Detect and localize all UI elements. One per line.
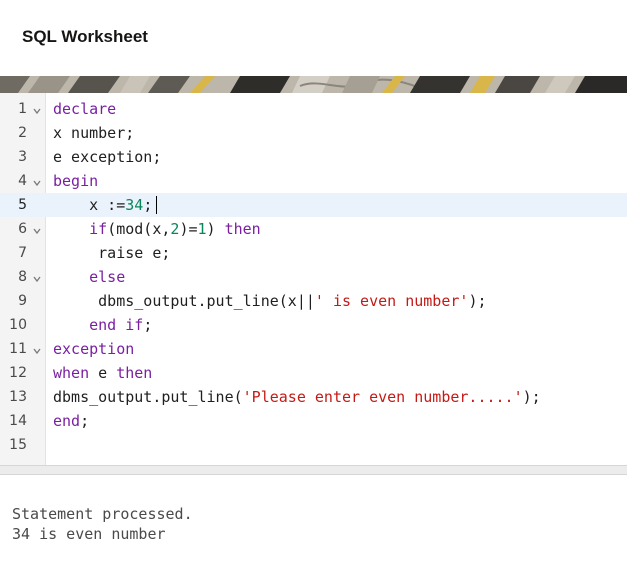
code-text[interactable]: e exception; xyxy=(53,145,161,169)
line-number: 3 xyxy=(18,149,27,165)
output-line: Statement processed. xyxy=(12,505,193,523)
line-number: 4 xyxy=(18,173,27,189)
pane-splitter[interactable] xyxy=(0,465,627,475)
line-number: 8 xyxy=(18,269,27,285)
code-editor[interactable]: 1 declare 2 x number; 3 e exception; 4 begin 5 x… xyxy=(0,93,627,465)
code-text[interactable]: dbms_output.put_line('Please enter even … xyxy=(53,385,541,409)
line-number: 11 xyxy=(9,341,27,357)
code-text[interactable]: raise e; xyxy=(53,241,170,265)
line-number: 15 xyxy=(9,437,27,453)
code-line[interactable]: 3 e exception; xyxy=(0,145,627,169)
line-number: 5 xyxy=(18,197,27,213)
decorative-banner xyxy=(0,76,627,93)
line-number: 6 xyxy=(18,221,27,237)
code-text[interactable]: else xyxy=(53,265,125,289)
code-text[interactable]: exception xyxy=(53,337,134,361)
code-line[interactable]: 4 begin xyxy=(0,169,627,193)
code-text[interactable]: end; xyxy=(53,409,89,433)
code-line[interactable]: 10 end if; xyxy=(0,313,627,337)
code-line[interactable]: 13 dbms_output.put_line('Please enter eve… xyxy=(0,385,627,409)
line-number: 10 xyxy=(9,317,27,333)
code-text[interactable]: declare xyxy=(53,97,116,121)
chevron-down-icon[interactable] xyxy=(32,178,42,188)
code-line[interactable]: 9 dbms_output.put_line(x||' is even numb… xyxy=(0,289,627,313)
code-line[interactable]: 5 x :=34; xyxy=(0,193,627,217)
code-text[interactable]: when e then xyxy=(53,361,152,385)
output-line: 34 is even number xyxy=(12,525,166,543)
output-pane: Statement processed. 34 is even number xyxy=(0,475,627,570)
line-number: 13 xyxy=(9,389,27,405)
code-line[interactable]: 2 x number; xyxy=(0,121,627,145)
line-number: 2 xyxy=(18,125,27,141)
code-line[interactable]: 8 else xyxy=(0,265,627,289)
code-text[interactable]: dbms_output.put_line(x||' is even number… xyxy=(53,289,486,313)
line-number: 14 xyxy=(9,413,27,429)
code-text[interactable]: x :=34; xyxy=(53,193,158,217)
chevron-down-icon[interactable] xyxy=(32,106,42,116)
chevron-down-icon[interactable] xyxy=(32,346,42,356)
worksheet-header: SQL Worksheet xyxy=(0,0,627,76)
code-line[interactable]: 1 declare xyxy=(0,97,627,121)
code-line[interactable]: 7 raise e; xyxy=(0,241,627,265)
code-line[interactable]: 15 xyxy=(0,433,627,457)
code-text[interactable]: end if; xyxy=(53,313,152,337)
line-number: 7 xyxy=(18,245,27,261)
code-line[interactable]: 11 exception xyxy=(0,337,627,361)
chevron-down-icon[interactable] xyxy=(32,226,42,236)
line-number: 1 xyxy=(18,101,27,117)
code-text[interactable]: begin xyxy=(53,169,98,193)
line-number: 12 xyxy=(9,365,27,381)
code-line[interactable]: 14 end; xyxy=(0,409,627,433)
code-text[interactable]: if(mod(x,2)=1) then xyxy=(53,217,261,241)
code-text[interactable]: x number; xyxy=(53,121,134,145)
page-title: SQL Worksheet xyxy=(22,27,148,46)
chevron-down-icon[interactable] xyxy=(32,274,42,284)
code-line[interactable]: 6 if(mod(x,2)=1) then xyxy=(0,217,627,241)
code-line[interactable]: 12 when e then xyxy=(0,361,627,385)
line-number: 9 xyxy=(18,293,27,309)
text-caret xyxy=(156,196,158,214)
